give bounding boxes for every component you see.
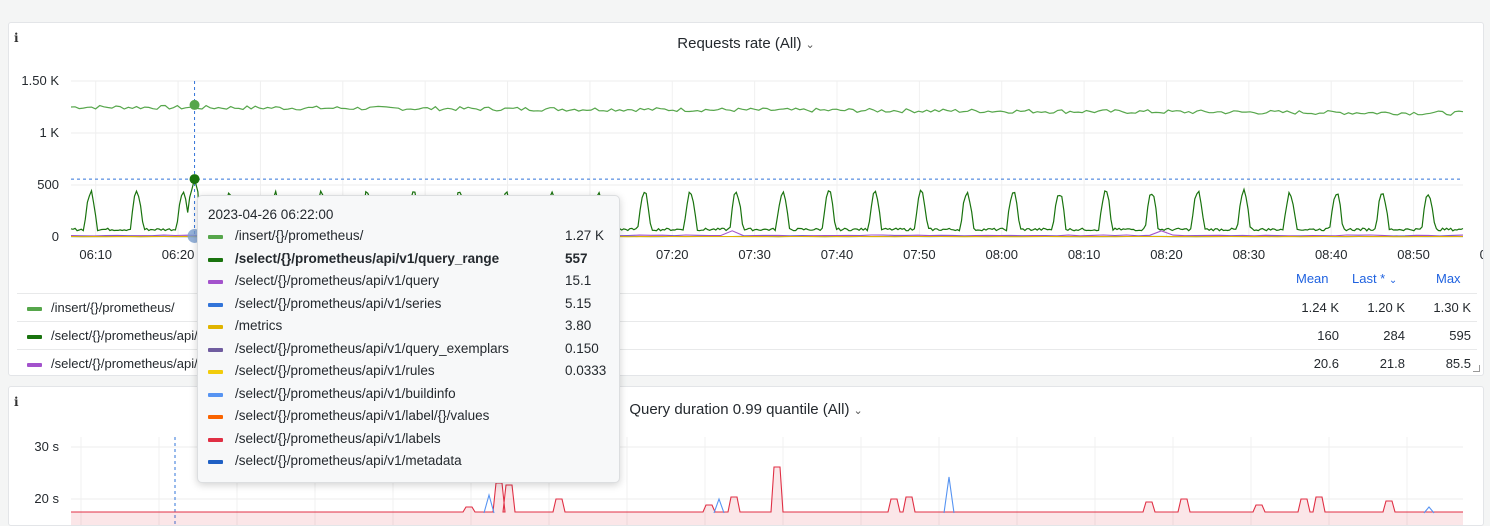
chevron-down-icon: ⌄	[1389, 275, 1397, 286]
x-tick-label: 06:20	[162, 247, 195, 262]
tooltip-row: /metrics 3.80	[208, 317, 608, 339]
x-tick-label: 08:40	[1315, 247, 1348, 262]
series-line-buildinfo	[484, 495, 494, 513]
y-tick-label: 1 K	[39, 125, 59, 140]
y-tick-label: 0	[52, 229, 59, 244]
tooltip-swatch	[208, 235, 223, 239]
tooltip-time: 2023-04-26 06:22:00	[208, 207, 333, 222]
x-tick-label: 08:50	[1397, 247, 1430, 262]
tooltip-series-label: /metrics	[235, 318, 282, 333]
legend-value-mean: 20.6	[1279, 356, 1339, 371]
legend-value-last: 1.20 K	[1345, 300, 1405, 315]
tooltip-series-value: 557	[565, 251, 588, 266]
tooltip-row: /select/{}/prometheus/api/v1/buildinfo	[208, 385, 608, 407]
tooltip-series-label: /select/{}/prometheus/api/v1/series	[235, 296, 441, 311]
legend-swatch	[27, 335, 42, 339]
tooltip-series-label: /select/{}/prometheus/api/v1/query	[235, 273, 439, 288]
tooltip-series-value: 0.0333	[565, 363, 606, 378]
legend-value-mean: 160	[1279, 328, 1339, 343]
tooltip-series-value: 0.150	[565, 341, 599, 356]
tooltip-row: /select/{}/prometheus/api/v1/rules 0.0333	[208, 362, 608, 384]
tooltip-series-label: /insert/{}/prometheus/	[235, 228, 363, 243]
legend-header-mean[interactable]: Mean	[1296, 271, 1329, 286]
tooltip-swatch	[208, 370, 223, 374]
legend-swatch	[27, 363, 42, 367]
tooltip-swatch	[208, 438, 223, 442]
x-tick-label: 07:40	[821, 247, 854, 262]
tooltip-swatch	[208, 393, 223, 397]
tooltip-series-value: 3.80	[565, 318, 591, 333]
tooltip-swatch	[208, 303, 223, 307]
legend-value-max: 1.30 K	[1411, 300, 1471, 315]
tooltip-swatch	[208, 280, 223, 284]
chart-tooltip: 2023-04-26 06:22:00 /insert/{}/prometheu…	[197, 195, 620, 483]
tooltip-series-label: /select/{}/prometheus/api/v1/buildinfo	[235, 386, 456, 401]
hover-point-query-range	[190, 174, 200, 184]
x-tick-label: 06:10	[79, 247, 112, 262]
resize-handle[interactable]	[1473, 365, 1480, 372]
tooltip-series-label: /select/{}/prometheus/api/v1/label/{}/va…	[235, 408, 489, 423]
tooltip-row: /select/{}/prometheus/api/v1/query_range…	[208, 250, 608, 272]
legend-header-last[interactable]: Last * ⌄	[1352, 271, 1397, 286]
legend-header-max[interactable]: Max	[1436, 271, 1461, 286]
tooltip-series-label: /select/{}/prometheus/api/v1/query_exemp…	[235, 341, 509, 356]
series-line-buildinfo	[944, 477, 954, 513]
tooltip-row: /select/{}/prometheus/api/v1/labels	[208, 430, 608, 452]
x-tick-label: 08:10	[1068, 247, 1101, 262]
x-tick-label: 07:20	[656, 247, 689, 262]
x-tick-label: 07:50	[903, 247, 936, 262]
legend-series-name[interactable]: /insert/{}/prometheus/	[51, 300, 175, 315]
tooltip-row: /select/{}/prometheus/api/v1/label/{}/va…	[208, 407, 608, 429]
legend-value-mean: 1.24 K	[1279, 300, 1339, 315]
tooltip-series-value: 15.1	[565, 273, 591, 288]
tooltip-series-label: /select/{}/prometheus/api/v1/query_range	[235, 251, 499, 266]
y-tick-label: 20 s	[34, 491, 59, 506]
legend-value-max: 85.5	[1411, 356, 1471, 371]
y-tick-label: 500	[37, 177, 59, 192]
tooltip-row: /insert/{}/prometheus/1.27 K	[208, 227, 608, 249]
tooltip-series-value: 5.15	[565, 296, 591, 311]
tooltip-swatch	[208, 415, 223, 419]
tooltip-swatch	[208, 258, 223, 262]
tooltip-series-value: 1.27 K	[565, 228, 604, 243]
legend-value-max: 595	[1411, 328, 1471, 343]
tooltip-row: /select/{}/prometheus/api/v1/metadata	[208, 452, 608, 474]
tooltip-row: /select/{}/prometheus/api/v1/query 15.1	[208, 272, 608, 294]
tooltip-series-label: /select/{}/prometheus/api/v1/rules	[235, 363, 435, 378]
tooltip-swatch	[208, 348, 223, 352]
x-tick-label: 08:20	[1150, 247, 1183, 262]
tooltip-swatch	[208, 460, 223, 464]
legend-value-last: 21.8	[1345, 356, 1405, 371]
legend-value-last: 284	[1345, 328, 1405, 343]
tooltip-series-label: /select/{}/prometheus/api/v1/labels	[235, 431, 441, 446]
x-tick-label: 09:00	[1480, 247, 1483, 262]
legend-swatch	[27, 307, 42, 311]
y-tick-label: 30 s	[34, 439, 59, 454]
series-line-buildinfo	[714, 499, 724, 513]
tooltip-row: /select/{}/prometheus/api/v1/series 5.15	[208, 295, 608, 317]
x-tick-label: 08:30	[1233, 247, 1266, 262]
hover-point-insert	[190, 100, 200, 110]
tooltip-series-label: /select/{}/prometheus/api/v1/metadata	[235, 453, 462, 468]
x-tick-label: 07:30	[738, 247, 771, 262]
tooltip-row: /select/{}/prometheus/api/v1/query_exemp…	[208, 340, 608, 362]
tooltip-swatch	[208, 325, 223, 329]
x-tick-label: 08:00	[985, 247, 1018, 262]
y-tick-label: 1.50 K	[21, 73, 59, 88]
series-line-insert	[71, 106, 1463, 116]
